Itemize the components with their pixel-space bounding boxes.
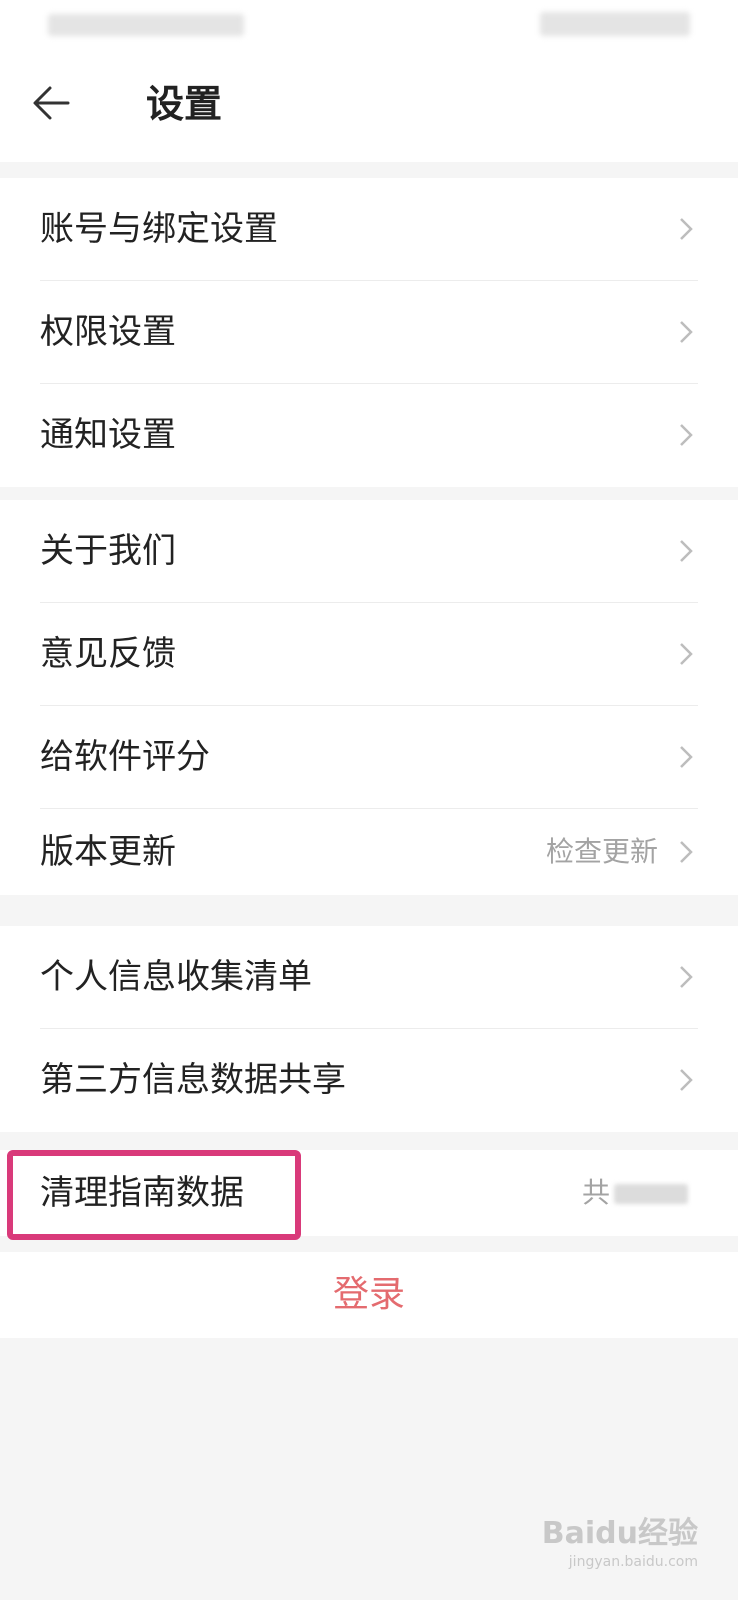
settings-item-label: 通知设置 xyxy=(40,415,176,455)
settings-group-account: 账号与绑定设置 权限设置 通知设置 xyxy=(0,178,738,487)
settings-item-rate-app[interactable]: 给软件评分 xyxy=(40,706,698,809)
settings-item-third-party-sharing[interactable]: 第三方信息数据共享 xyxy=(40,1029,698,1132)
settings-item-permissions[interactable]: 权限设置 xyxy=(40,281,698,384)
page-title: 设置 xyxy=(146,82,223,126)
settings-group-about: 关于我们 意见反馈 给软件评分 版本更新 检查更新 xyxy=(0,500,738,895)
status-bar xyxy=(0,0,738,50)
settings-item-feedback[interactable]: 意见反馈 xyxy=(40,603,698,706)
chevron-right-icon xyxy=(680,966,693,988)
blurred-cache-size xyxy=(614,1184,688,1204)
chevron-right-icon xyxy=(680,540,693,562)
chevron-right-icon xyxy=(680,746,693,768)
settings-item-label: 关于我们 xyxy=(40,531,176,571)
chevron-right-icon xyxy=(680,218,693,240)
chevron-right-icon xyxy=(680,424,693,446)
settings-group-privacy: 个人信息收集清单 第三方信息数据共享 xyxy=(0,926,738,1132)
settings-item-label: 给软件评分 xyxy=(40,737,210,777)
back-arrow-icon[interactable] xyxy=(28,80,74,126)
settings-item-label: 账号与绑定设置 xyxy=(40,209,278,249)
settings-item-personal-info-list[interactable]: 个人信息收集清单 xyxy=(40,926,698,1029)
check-update-value: 检查更新 xyxy=(545,835,658,868)
header: 设置 xyxy=(0,50,738,162)
settings-item-version-update[interactable]: 版本更新 检查更新 xyxy=(40,809,698,895)
settings-item-label: 权限设置 xyxy=(40,312,176,352)
chevron-right-icon xyxy=(680,321,693,343)
baidu-watermark: Baidu经验 jingyan.baidu.com xyxy=(542,1508,698,1570)
settings-item-label: 个人信息收集清单 xyxy=(40,957,312,997)
settings-item-label: 意见反馈 xyxy=(40,634,176,674)
highlight-box xyxy=(7,1150,301,1240)
blurred-status-right xyxy=(540,12,690,36)
settings-item-label: 版本更新 xyxy=(40,832,176,872)
login-label: 登录 xyxy=(332,1274,405,1315)
settings-item-label: 第三方信息数据共享 xyxy=(40,1060,346,1100)
chevron-right-icon xyxy=(680,841,693,863)
chevron-right-icon xyxy=(680,643,693,665)
chevron-right-icon xyxy=(680,1069,693,1091)
cache-size-value: 共 xyxy=(581,1176,610,1209)
settings-item-notifications[interactable]: 通知设置 xyxy=(40,384,698,487)
watermark-url: jingyan.baidu.com xyxy=(568,1554,698,1570)
settings-item-about-us[interactable]: 关于我们 xyxy=(40,500,698,603)
blurred-status-left xyxy=(48,14,244,36)
login-button[interactable]: 登录 xyxy=(0,1252,738,1338)
settings-item-account-binding[interactable]: 账号与绑定设置 xyxy=(40,178,698,281)
watermark-text: Baidu经验 xyxy=(541,1516,698,1551)
